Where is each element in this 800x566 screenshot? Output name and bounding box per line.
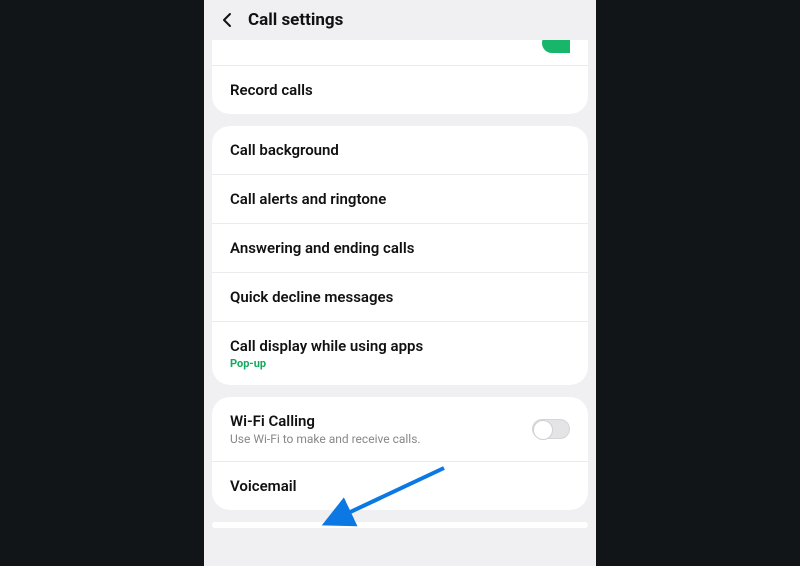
call-background-row[interactable]: Call background <box>212 126 588 174</box>
settings-card-2: Call background Call alerts and ringtone… <box>212 126 588 385</box>
page-title: Call settings <box>248 10 343 30</box>
header-bar: Call settings <box>204 0 596 40</box>
wifi-calling-toggle[interactable] <box>532 419 570 439</box>
quick-decline-row[interactable]: Quick decline messages <box>212 272 588 321</box>
quick-decline-label: Quick decline messages <box>230 288 393 306</box>
call-display-text: Call display while using apps Pop-up <box>230 337 423 370</box>
call-display-label: Call display while using apps <box>230 337 423 355</box>
toggle-on-icon[interactable] <box>542 40 570 53</box>
call-display-sub: Pop-up <box>230 357 423 370</box>
call-display-row[interactable]: Call display while using apps Pop-up <box>212 321 588 385</box>
record-calls-row[interactable]: Record calls <box>212 65 588 114</box>
settings-card-1: Record calls <box>212 40 588 114</box>
settings-scroll[interactable]: Record calls Call background Call alerts… <box>204 40 596 566</box>
record-calls-label: Record calls <box>230 81 313 99</box>
answering-row[interactable]: Answering and ending calls <box>212 223 588 272</box>
settings-card-3: Wi-Fi Calling Use Wi-Fi to make and rece… <box>212 397 588 510</box>
call-alerts-row[interactable]: Call alerts and ringtone <box>212 174 588 223</box>
wifi-calling-text: Wi-Fi Calling Use Wi-Fi to make and rece… <box>230 412 421 446</box>
phone-screen: Call settings Record calls Call backgrou… <box>204 0 596 566</box>
wifi-calling-sub: Use Wi-Fi to make and receive calls. <box>230 432 421 446</box>
back-icon[interactable] <box>218 10 238 30</box>
call-background-label: Call background <box>230 141 339 159</box>
voicemail-label: Voicemail <box>230 477 297 495</box>
wifi-calling-label: Wi-Fi Calling <box>230 412 421 430</box>
call-alerts-label: Call alerts and ringtone <box>230 190 386 208</box>
wifi-calling-row[interactable]: Wi-Fi Calling Use Wi-Fi to make and rece… <box>212 397 588 461</box>
voicemail-row[interactable]: Voicemail <box>212 461 588 510</box>
truncated-row[interactable] <box>212 40 588 65</box>
next-card-peek <box>212 522 588 528</box>
answering-label: Answering and ending calls <box>230 239 414 257</box>
